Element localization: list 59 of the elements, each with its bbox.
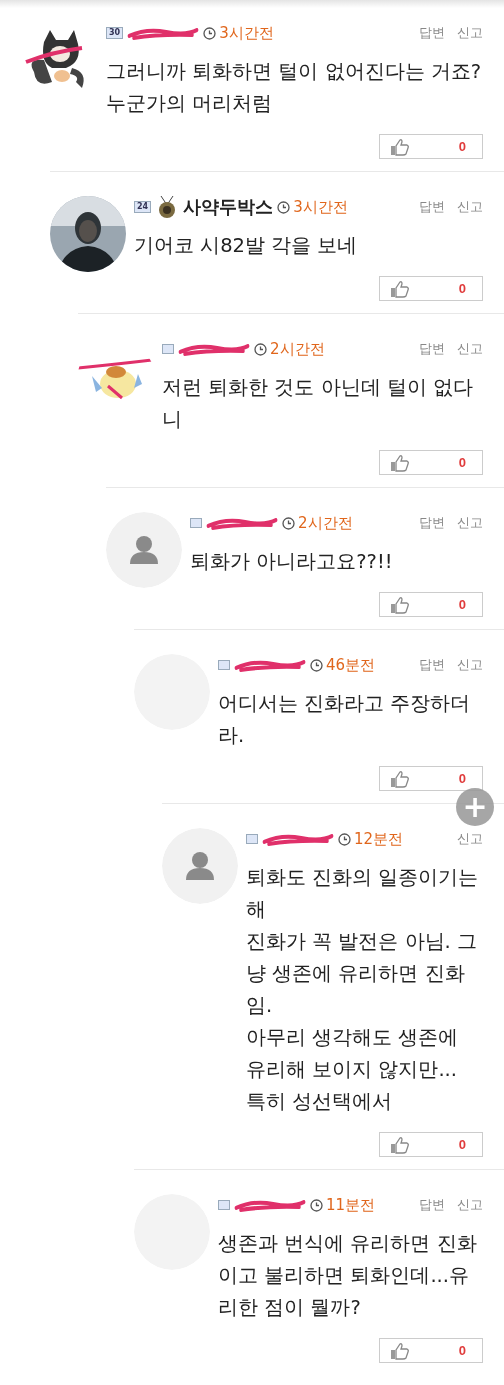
timestamp: 11분전 <box>326 1195 376 1215</box>
action-link[interactable]: 신고 <box>457 340 483 358</box>
action-link[interactable]: 신고 <box>457 656 483 674</box>
comment-text: 저런 퇴화한 것도 아닌데 털이 없다니 <box>162 375 474 433</box>
action-link[interactable]: 신고 <box>457 198 483 216</box>
clock-icon <box>254 342 267 356</box>
like-button[interactable]: 0 <box>379 450 483 475</box>
timestamp: 2시간전 <box>298 513 353 533</box>
timestamp: 46분전 <box>326 655 376 675</box>
clock-icon <box>310 658 323 672</box>
clock-icon <box>203 26 217 40</box>
thumbs-up-icon <box>390 1341 410 1360</box>
level-badge-icon <box>218 660 230 670</box>
level-badge-icon <box>162 344 174 354</box>
like-button[interactable]: 0 <box>379 1338 483 1363</box>
comment-text: 그러니까 퇴화하면 털이 없어진다는 거죠? 누군가의 머리처럼 <box>106 59 483 117</box>
avatar-icon <box>162 828 238 904</box>
action-link[interactable]: 답변 <box>419 198 445 216</box>
action-link[interactable]: 답변 <box>419 1196 445 1214</box>
clock-icon <box>282 516 295 530</box>
level-badge-icon <box>190 518 202 528</box>
timestamp: 3시간전 <box>219 23 274 43</box>
clock-icon <box>310 1198 323 1212</box>
like-button[interactable]: 0 <box>379 1132 483 1157</box>
thumbs-up-icon <box>390 453 410 472</box>
timestamp: 3시간전 <box>293 197 348 217</box>
thumbs-up-icon <box>390 769 410 788</box>
level-badge-icon <box>246 834 258 844</box>
like-button[interactable]: 0 <box>379 592 483 617</box>
comment-text: 퇴화가 아니라고요??!! <box>190 549 394 575</box>
action-link[interactable]: 답변 <box>419 656 445 674</box>
action-link[interactable]: 답변 <box>419 514 445 532</box>
action-link[interactable]: 답변 <box>419 340 445 358</box>
like-button[interactable]: 0 <box>379 766 483 791</box>
avatar-icon <box>106 512 182 588</box>
comment-text: 어디서는 진화라고 주장하더라. <box>218 691 472 749</box>
comment-text: 기어코 시82발 각을 보네 <box>134 233 359 259</box>
clock-icon <box>338 832 351 846</box>
comment-text: 생존과 번식에 유리하면 진화이고 불리하면 퇴화인데...유리한 점이 뭘까? <box>218 1231 478 1321</box>
username[interactable]: 사약두박스 <box>183 195 274 219</box>
timestamp: 12분전 <box>354 829 404 849</box>
like-button[interactable]: 0 <box>379 276 483 301</box>
thumbs-up-icon <box>390 137 410 156</box>
thumbs-up-icon <box>390 279 410 298</box>
level-badge: 30 <box>106 27 124 39</box>
like-button[interactable]: 0 <box>379 134 483 159</box>
comment-text: 퇴화도 진화의 일종이기는 해 진화가 꼭 발전은 아님. 그냥 생존에 유리하면 진화임. 아무리 생각해도 생존에 유리해 보이지 않지만... 특히 성선택에서 <box>246 865 480 1115</box>
action-link[interactable]: 신고 <box>457 1196 483 1214</box>
action-link[interactable]: 신고 <box>457 24 483 42</box>
add-button[interactable]: + <box>456 788 494 826</box>
timestamp: 2시간전 <box>270 339 325 359</box>
level-badge-icon <box>218 1200 230 1210</box>
level-badge: 24 <box>134 201 152 213</box>
thumbs-up-icon <box>390 595 410 614</box>
action-link[interactable]: 신고 <box>457 830 483 848</box>
action-link[interactable]: 답변 <box>419 24 445 42</box>
thumbs-up-icon <box>390 1135 410 1154</box>
clock-icon <box>277 200 291 214</box>
action-link[interactable]: 신고 <box>457 514 483 532</box>
